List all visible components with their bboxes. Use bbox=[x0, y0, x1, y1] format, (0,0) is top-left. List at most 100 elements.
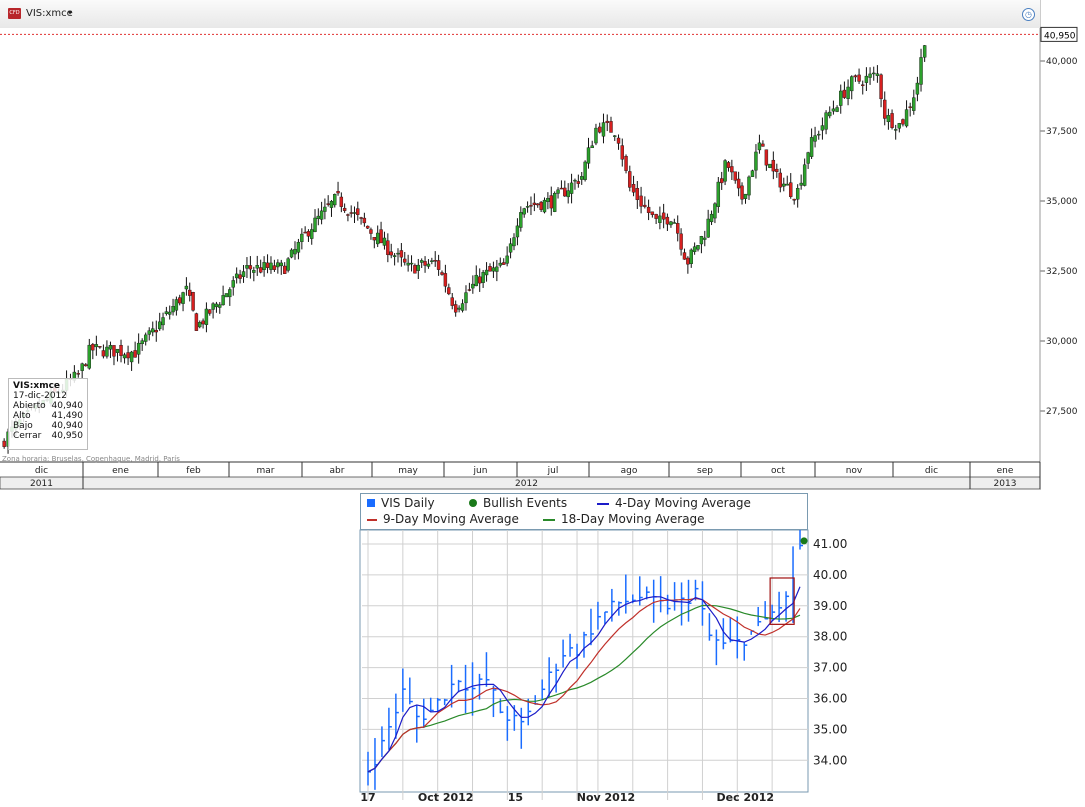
candle-body bbox=[872, 72, 876, 75]
candle-body bbox=[672, 222, 677, 224]
candle-body bbox=[716, 181, 721, 207]
month-label: ago bbox=[621, 466, 638, 476]
legend-label: Bullish Events bbox=[483, 496, 568, 510]
candle-body bbox=[536, 203, 540, 206]
candle-body bbox=[576, 181, 581, 184]
candle-body bbox=[143, 334, 148, 342]
candle-body bbox=[778, 172, 782, 188]
candle-body bbox=[362, 217, 367, 224]
candle-body bbox=[356, 208, 360, 215]
candle-body bbox=[761, 143, 765, 147]
main-price-chart[interactable]: 40,000 37,500 35,000 32,500 30,000 27,500 40,9… bbox=[0, 0, 1085, 490]
legend-ma18: 18-Day Moving Average bbox=[543, 512, 705, 526]
legend-ma4: 4-Day Moving Average bbox=[597, 496, 751, 510]
candle-body bbox=[359, 217, 363, 219]
candle-body bbox=[491, 267, 496, 272]
ohlc-label: Alto bbox=[13, 411, 31, 421]
candle-body bbox=[430, 260, 434, 262]
candle-body bbox=[443, 273, 448, 287]
candle-body bbox=[342, 207, 347, 211]
candle-body bbox=[650, 211, 655, 215]
candle-body bbox=[389, 251, 393, 256]
candle-body bbox=[853, 75, 858, 78]
y-tick-label: 35.00 bbox=[813, 722, 847, 736]
candle-body bbox=[628, 171, 632, 188]
month-label: nov bbox=[846, 466, 863, 476]
candle-body bbox=[108, 345, 113, 350]
candle-body bbox=[386, 240, 390, 255]
candle-body bbox=[316, 215, 321, 219]
candle-body bbox=[498, 262, 502, 266]
candle-body bbox=[313, 217, 317, 232]
candle-body bbox=[379, 229, 383, 244]
clock-icon[interactable]: ◷ bbox=[1022, 8, 1035, 21]
candle-body bbox=[850, 76, 854, 92]
month-label: dic bbox=[925, 466, 938, 476]
candle-body bbox=[605, 120, 609, 124]
candle-body bbox=[802, 164, 807, 186]
candle-body bbox=[365, 225, 370, 229]
candle-body bbox=[616, 137, 621, 144]
candle-body bbox=[828, 111, 832, 117]
candle-body bbox=[556, 189, 560, 194]
ohlc-value: 40,940 bbox=[51, 421, 84, 431]
candle-body bbox=[272, 265, 277, 270]
candle-body bbox=[433, 260, 437, 262]
y-tick-label: 30,000 bbox=[1046, 337, 1078, 347]
bullish-event-marker bbox=[800, 537, 808, 545]
candle-body bbox=[214, 303, 219, 308]
y-tick-label: 32,500 bbox=[1046, 267, 1078, 277]
candle-body bbox=[392, 255, 397, 257]
candle-body bbox=[750, 170, 755, 177]
chart-header: CFD VIS:xmce ▾ ◷ bbox=[0, 0, 1040, 28]
candle-body bbox=[419, 260, 424, 263]
legend-ma9: 9-Day Moving Average bbox=[367, 512, 519, 526]
candle-body bbox=[908, 106, 912, 108]
candlestick-chart[interactable]: 40,000 37,500 35,000 32,500 30,000 27,500 40,9… bbox=[0, 0, 1085, 490]
blue-square-icon bbox=[367, 499, 375, 507]
candle-body bbox=[598, 126, 602, 133]
symbol-selector[interactable]: VIS:xmce bbox=[26, 8, 73, 19]
candle-body bbox=[549, 195, 553, 209]
candle-body bbox=[682, 252, 687, 260]
candle-body bbox=[696, 245, 700, 250]
candle-body bbox=[188, 289, 192, 296]
candle-body bbox=[590, 145, 594, 149]
candle-body bbox=[743, 193, 748, 199]
candle-body bbox=[835, 107, 839, 112]
candle-body bbox=[563, 187, 567, 197]
candle-body bbox=[795, 187, 800, 200]
candle-body bbox=[631, 184, 636, 193]
candle-body bbox=[915, 82, 920, 95]
chevron-down-icon[interactable]: ▾ bbox=[68, 8, 72, 17]
tooltip-row: Cerrar 40,950 bbox=[13, 431, 83, 441]
candle-body bbox=[336, 190, 340, 194]
candle-body bbox=[154, 330, 158, 333]
y-tick-label: 41.00 bbox=[813, 537, 847, 551]
candle-body bbox=[282, 265, 287, 274]
candle-body bbox=[184, 285, 189, 290]
candle-body bbox=[112, 345, 116, 357]
y-tick-label: 40,000 bbox=[1046, 57, 1078, 67]
candle-body bbox=[864, 75, 869, 83]
candle-body bbox=[228, 289, 232, 298]
candle-body bbox=[897, 123, 902, 129]
candle-body bbox=[532, 202, 537, 205]
tooltip-symbol: VIS:xmce bbox=[13, 381, 61, 391]
candle-body bbox=[689, 249, 693, 264]
year-label: 2012 bbox=[515, 479, 538, 489]
candle-body bbox=[126, 352, 130, 359]
candle-body bbox=[569, 182, 574, 194]
candle-body bbox=[406, 262, 410, 266]
month-label: abr bbox=[330, 466, 345, 476]
candle-body bbox=[158, 321, 162, 330]
candle-body bbox=[699, 236, 704, 245]
candle-body bbox=[573, 179, 577, 182]
candle-body bbox=[542, 199, 547, 213]
candle-body bbox=[525, 206, 530, 208]
candle-body bbox=[323, 206, 327, 212]
candle-body bbox=[346, 214, 350, 216]
candle-body bbox=[893, 129, 898, 131]
candle-body bbox=[508, 243, 513, 253]
candle-body bbox=[861, 84, 865, 86]
